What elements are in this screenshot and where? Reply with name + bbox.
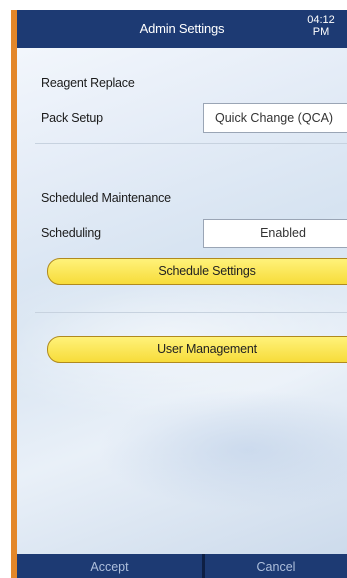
- clock-time: 04:12: [307, 14, 335, 26]
- schedule-settings-button[interactable]: Schedule Settings: [47, 258, 347, 285]
- pack-setup-label: Pack Setup: [41, 111, 103, 125]
- scheduling-field[interactable]: Enabled: [203, 219, 347, 248]
- page-title: Admin Settings: [139, 21, 225, 36]
- screen: Admin Settings 04:12 PM Reagent Replace …: [17, 10, 347, 578]
- clock-ampm: PM: [312, 26, 330, 38]
- clock: 04:12 PM: [301, 14, 341, 38]
- divider: [35, 143, 347, 144]
- bottom-bar: Accept Cancel: [17, 554, 347, 578]
- device-bezel: Admin Settings 04:12 PM Reagent Replace …: [11, 10, 347, 578]
- pack-setup-field[interactable]: Quick Change (QCA): [203, 103, 347, 133]
- reagent-section-label: Reagent Replace: [41, 76, 135, 90]
- user-management-button[interactable]: User Management: [47, 336, 347, 363]
- maintenance-section-label: Scheduled Maintenance: [41, 191, 171, 205]
- cancel-button[interactable]: Cancel: [205, 557, 347, 578]
- scheduling-label: Scheduling: [41, 226, 101, 240]
- title-bar: Admin Settings 04:12 PM: [17, 10, 347, 48]
- divider: [35, 312, 347, 313]
- accept-button[interactable]: Accept: [17, 557, 202, 578]
